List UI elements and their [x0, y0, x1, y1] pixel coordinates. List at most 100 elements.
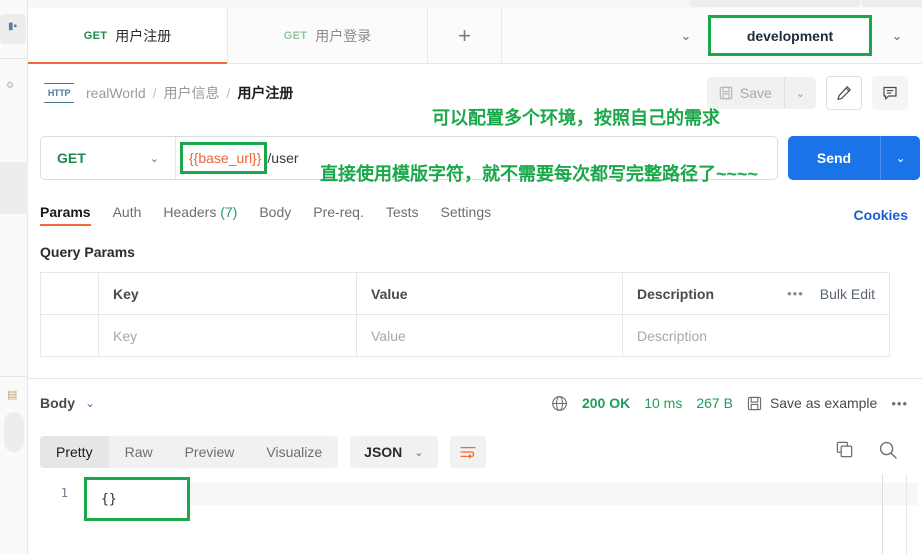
wrap-text-icon [459, 446, 476, 459]
response-size: 267 B [696, 395, 733, 411]
query-params-title: Query Params [40, 244, 135, 260]
response-body-highlight: {} [84, 477, 190, 521]
edit-request-button[interactable] [826, 76, 862, 110]
save-button[interactable]: Save [707, 77, 784, 109]
tab-method-1: GET [283, 29, 308, 42]
row-value-input[interactable]: Value [357, 315, 623, 356]
breadcrumb-item-0[interactable]: realWorld [86, 85, 146, 101]
search-response-button[interactable] [878, 440, 898, 465]
collections-icon[interactable]: ▮▪ [8, 22, 17, 32]
tab-label-0: 用户注册 [115, 27, 172, 44]
tab-label-1: 用户登录 [315, 27, 372, 44]
row-description-input[interactable]: Description [623, 315, 771, 356]
response-body-content[interactable]: {} [101, 492, 117, 507]
tab-spacer [502, 8, 664, 63]
header-key: Key [99, 273, 357, 314]
tab-params[interactable]: Params [40, 204, 91, 226]
window-chrome [28, 0, 922, 8]
response-format-selector[interactable]: JSON ⌄ [350, 436, 438, 468]
row-key-input[interactable]: Key [99, 315, 357, 356]
tab-headers[interactable]: Headers (7) [163, 204, 237, 226]
view-tab-raw[interactable]: Raw [109, 436, 169, 468]
rail-divider-2 [0, 376, 28, 377]
request-tab-0[interactable]: GET 用户注册 [28, 8, 228, 64]
line-number: 1 [60, 486, 68, 500]
method-chevron-down-icon: ⌄ [149, 152, 159, 165]
save-button-group: Save ⌄ [706, 77, 816, 109]
save-chevron-down-icon[interactable]: ⌄ [783, 77, 816, 109]
tab-auth[interactable]: Auth [113, 204, 142, 226]
comments-button[interactable] [872, 76, 908, 110]
breadcrumb-item-1[interactable]: 用户信息 [164, 83, 220, 103]
breadcrumb-separator-0: / [152, 85, 157, 101]
window-scrollbar[interactable] [906, 474, 907, 554]
copy-response-button[interactable] [835, 440, 854, 464]
gear-icon[interactable]: ⚙ [6, 80, 14, 91]
tab-body[interactable]: Body [259, 204, 291, 226]
header-value: Value [357, 273, 623, 314]
environment-selector[interactable]: development [708, 15, 872, 56]
url-row: GET ⌄ {{base_url}} /user Send ⌄ [28, 122, 922, 194]
url-variable-token: {{base_url}} [180, 142, 268, 174]
table-options-icon[interactable]: ••• [787, 286, 804, 301]
pencil-icon [837, 86, 851, 100]
breadcrumb: realWorld / 用户信息 / 用户注册 [86, 83, 293, 103]
wrap-lines-button[interactable] [449, 436, 486, 468]
response-body-chevron-down-icon[interactable]: ⌄ [85, 396, 95, 410]
save-as-example-button[interactable]: Save as example [747, 395, 877, 411]
table-row: Key Value Description [41, 315, 889, 357]
postman-window: ▮▪ ⚙ ▤ GET 用户注册 GET 用户登录 + ⌄ development… [0, 0, 922, 554]
response-body-label[interactable]: Body [40, 395, 75, 411]
tab-settings[interactable]: Settings [441, 204, 492, 226]
tab-prerequest[interactable]: Pre-req. [313, 204, 364, 226]
code-scrollbar[interactable] [882, 474, 883, 554]
send-button[interactable]: Send [788, 136, 880, 180]
request-tab-1[interactable]: GET 用户登录 [228, 8, 428, 63]
row-checkbox-cell[interactable] [41, 315, 99, 356]
breadcrumb-separator-1: / [226, 85, 231, 101]
url-input[interactable]: {{base_url}} /user [176, 137, 777, 179]
response-right-tools [835, 440, 922, 465]
save-icon [719, 86, 733, 100]
query-params-table: Key Value Description ••• Bulk Edit Key … [40, 272, 890, 357]
tab-params-label: Params [40, 204, 91, 220]
left-rail: ▮▪ ⚙ ▤ [0, 0, 28, 554]
tab-body-label: Body [259, 204, 292, 220]
tab-headers-label: Headers [163, 204, 217, 220]
globe-icon [552, 395, 567, 411]
search-icon [879, 441, 897, 459]
header-description: Description [637, 285, 715, 302]
rail-selected-block[interactable] [0, 162, 28, 214]
tab-tests[interactable]: Tests [386, 204, 419, 226]
response-options-icon[interactable]: ••• [891, 396, 908, 411]
document-icon[interactable]: ▤ [7, 388, 17, 401]
response-view-tabs: Pretty Raw Preview Visualize [40, 436, 339, 468]
request-section-tabs: Params Auth Headers (7) Body Pre-req. Te… [28, 196, 922, 234]
http-method-label: GET [57, 150, 86, 166]
send-chevron-down-icon[interactable]: ⌄ [880, 136, 920, 180]
response-status-group: 200 OK 10 ms 267 B Save as example ••• [551, 395, 922, 412]
tab-overflow-chevron-down-icon[interactable]: ⌄ [664, 8, 708, 63]
new-tab-button[interactable]: + [428, 8, 502, 63]
tab-method-0: GET [83, 29, 108, 42]
tab-auth-label: Auth [112, 204, 142, 220]
bulk-edit-button[interactable]: Bulk Edit [820, 286, 875, 302]
rail-divider [0, 58, 28, 59]
chrome-pill-right [862, 0, 922, 7]
view-tab-visualize[interactable]: Visualize [250, 436, 338, 468]
response-header: Body ⌄ 200 OK 10 ms 267 B Save as exampl… [28, 379, 922, 427]
send-button-group[interactable]: Send ⌄ [788, 136, 920, 180]
view-tab-preview[interactable]: Preview [169, 436, 251, 468]
breadcrumb-item-2: 用户注册 [237, 85, 294, 101]
http-method-selector[interactable]: GET ⌄ [41, 137, 176, 179]
table-header-row: Key Value Description ••• Bulk Edit [41, 273, 889, 315]
response-time: 10 ms [644, 395, 683, 411]
response-toolbar: Pretty Raw Preview Visualize JSON ⌄ [28, 430, 922, 474]
save-icon [747, 396, 762, 410]
cookies-link[interactable]: Cookies [854, 207, 908, 223]
copy-icon [836, 441, 853, 458]
environment-chevron-down-icon[interactable]: ⌄ [872, 8, 922, 63]
view-tab-pretty[interactable]: Pretty [40, 436, 109, 468]
response-status-code: 200 OK [581, 395, 631, 411]
rail-pill[interactable] [4, 412, 24, 452]
